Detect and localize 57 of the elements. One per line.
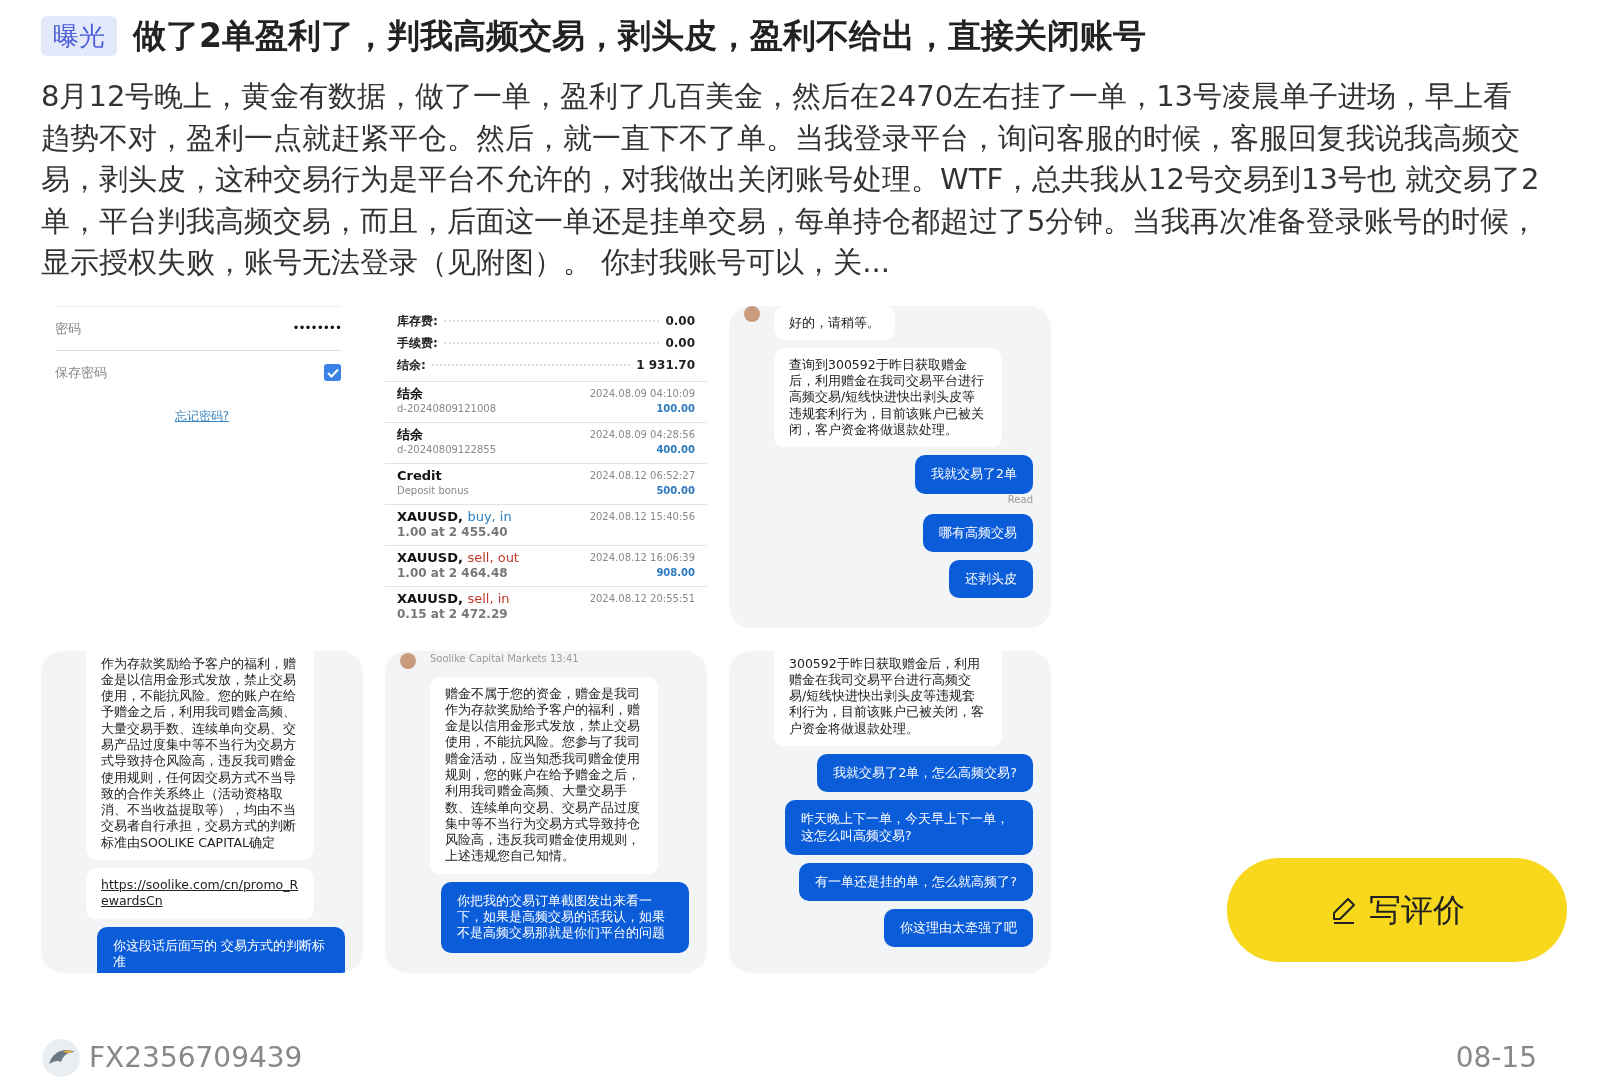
checkbox[interactable] bbox=[324, 364, 341, 382]
chat-bubble: 你把我的交易订单截图发出来看一下，如果是高频交易的话我认，如果不是高频交易那就是你们平台的问题 bbox=[441, 881, 689, 953]
read-receipt: Read bbox=[1007, 493, 1033, 506]
summary-label: 手续费: bbox=[397, 334, 438, 352]
trade-volume: 1.00 at 2 464.48 bbox=[397, 566, 509, 581]
summary-value: 1 931.70 bbox=[636, 356, 695, 374]
avatar-icon bbox=[41, 1038, 81, 1078]
chat-bubble: 作为存款奖励给予客户的福利，赠金是以信用金形式发放，禁止交易使用，不能抗风险。您的账户在给予赠金之后，利用我司赠金高频、大量交易手数、连续单向交易、交易产品过度集中等不当行为交易方式导致持仓风险高，违反我司赠金使用规则，任何因交易方式不当导致的合作关系终止（活动资格取消、不当收益提取等），均由不当交易者自行承担，交易方式的判断标准由SOOLIKE CAPITAL确定 bbox=[86, 650, 314, 861]
forgot-password-link[interactable]: 忘记密码? bbox=[174, 406, 230, 425]
chat-bubble: 赠金不属于您的资金，赠金是我司作为存款奖励给予客户的福利，赠金是以信用金形式发放，禁止交易使用，不能抗风险。您参与了我司赠金活动，应当知悉我司赠金使用规则，您的账户在给予赠金之后，利用我司赠金高频、大量交易手数、连续单向交易、交易产品过度集中等不当行为交易方式导致持仓风险高，违反我司赠金使用规则，上述违规您自己知情。 bbox=[430, 676, 658, 874]
post-body: 8月12号晚上，黄金有数据，做了一单，盈利了几百美金，然后在2470左右挂了一单，13号凌晨单子进场，早上看趋势不对，盈利一点就赶紧平仓。然后，就一直下不了单。当我登录平台，询问客服的时候，客服回复我说我高频交易，剥头皮，这种交易行为是平台不允许的，对我做出关闭账号处理。WTF，总共我从12号交易到13号也 就交易了2单，平台判我高频交易，而且，后面这一单还是挂单交易，每单持仓都超过了5分钟。当我再次准备登录账号的时候，显示授权失败，账号无法登录（见附图）。 你封我账号可以，关... bbox=[41, 78, 1541, 281]
sender-name: Soolike Capital Markets 13:41 bbox=[430, 652, 579, 665]
chat-bubble: 哪有高频交易 bbox=[923, 513, 1033, 552]
tag: 曝光 bbox=[41, 16, 117, 56]
deal-time: 2024.08.12 16:06:39 bbox=[589, 551, 695, 566]
link[interactable]: https://soolike.com/cn/promo_RewardsCn bbox=[101, 877, 299, 910]
chat-bubble: 查询到300592于昨日获取赠金后，利用赠金在我司交易平台进行高频交易/短线快进快出剥头皮等违规套利行为，目前该账户已被关闭，客户资金将做退款处理。 bbox=[774, 347, 1002, 448]
trade-title: XAUUSD, buy, in bbox=[397, 509, 512, 526]
deal-comment: d-20240809121008 bbox=[397, 402, 497, 416]
post-date: 08-15 bbox=[1455, 1040, 1537, 1076]
chat-bubble: 300592于昨日获取赠金后，利用赠金在我司交易平台进行高频交易/短线快进快出剥头皮等违规套利行为，目前该账户已被关闭，客户资金将做退款处理。 bbox=[774, 650, 1002, 746]
chat-bubble: 你这理由太牵强了吧 bbox=[884, 909, 1033, 948]
post-title: 做了2单盈利了，判我高频交易，剥头皮，盈利不给出，直接关闭账号 bbox=[133, 15, 1146, 57]
deal-time: 2024.08.09 04:10:09 bbox=[589, 387, 695, 402]
checkbox-label: 保存密码 bbox=[55, 364, 107, 382]
deal-comment: Deposit bonus bbox=[397, 484, 469, 498]
trade-volume: 0.15 at 2 472.29 bbox=[397, 607, 509, 622]
password-value: •••••••• bbox=[292, 320, 341, 338]
chat-bubble: 还剥头皮 bbox=[949, 559, 1033, 599]
deal-title: 结余 bbox=[397, 427, 424, 444]
field-label: 密码 bbox=[55, 319, 81, 338]
deal-title: Credit bbox=[397, 468, 443, 485]
deal-time: 2024.08.12 15:40:56 bbox=[589, 510, 695, 525]
chat-bubble: 你这段话后面写的 交易方式的判断标准 bbox=[97, 926, 345, 973]
chat-bubble: 我就交易了2单，怎么高频交易? bbox=[817, 754, 1033, 793]
deal-amount: 100.00 bbox=[655, 402, 695, 416]
deal-title: 结余 bbox=[397, 386, 424, 403]
chat-bubble: 我就交易了2单 bbox=[915, 455, 1033, 494]
chat-bubble: 好的，请稍等。 bbox=[774, 305, 895, 340]
username: FX2356709439 bbox=[89, 1040, 303, 1076]
deal-time: 2024.08.12 06:52:27 bbox=[589, 469, 695, 484]
chat-bubble: 有一单还是挂的单，怎么就高频了? bbox=[799, 862, 1033, 902]
deal-amount: 908.00 bbox=[655, 566, 695, 580]
deal-comment: d-20240809122855 bbox=[397, 443, 497, 457]
summary-label: 库存费: bbox=[397, 312, 438, 330]
chat-bubble: 昨天晚上下一单，今天早上下一单，这怎么叫高频交易? bbox=[785, 800, 1033, 855]
trade-title: XAUUSD, sell, out bbox=[397, 550, 519, 567]
summary-value: 0.00 bbox=[665, 334, 695, 352]
summary-label: 结余: bbox=[397, 356, 426, 374]
deal-time: 2024.08.09 04:28:56 bbox=[589, 428, 695, 443]
summary-value: 0.00 bbox=[665, 312, 695, 330]
trade-title: XAUUSD, sell, in bbox=[397, 591, 510, 608]
trade-volume: 1.00 at 2 455.40 bbox=[397, 525, 509, 540]
deal-time: 2024.08.12 20:55:51 bbox=[589, 592, 695, 607]
write-review-button[interactable]: 写评价 bbox=[1227, 857, 1567, 962]
deal-amount: 500.00 bbox=[655, 484, 695, 498]
deal-amount: 400.00 bbox=[655, 443, 695, 457]
